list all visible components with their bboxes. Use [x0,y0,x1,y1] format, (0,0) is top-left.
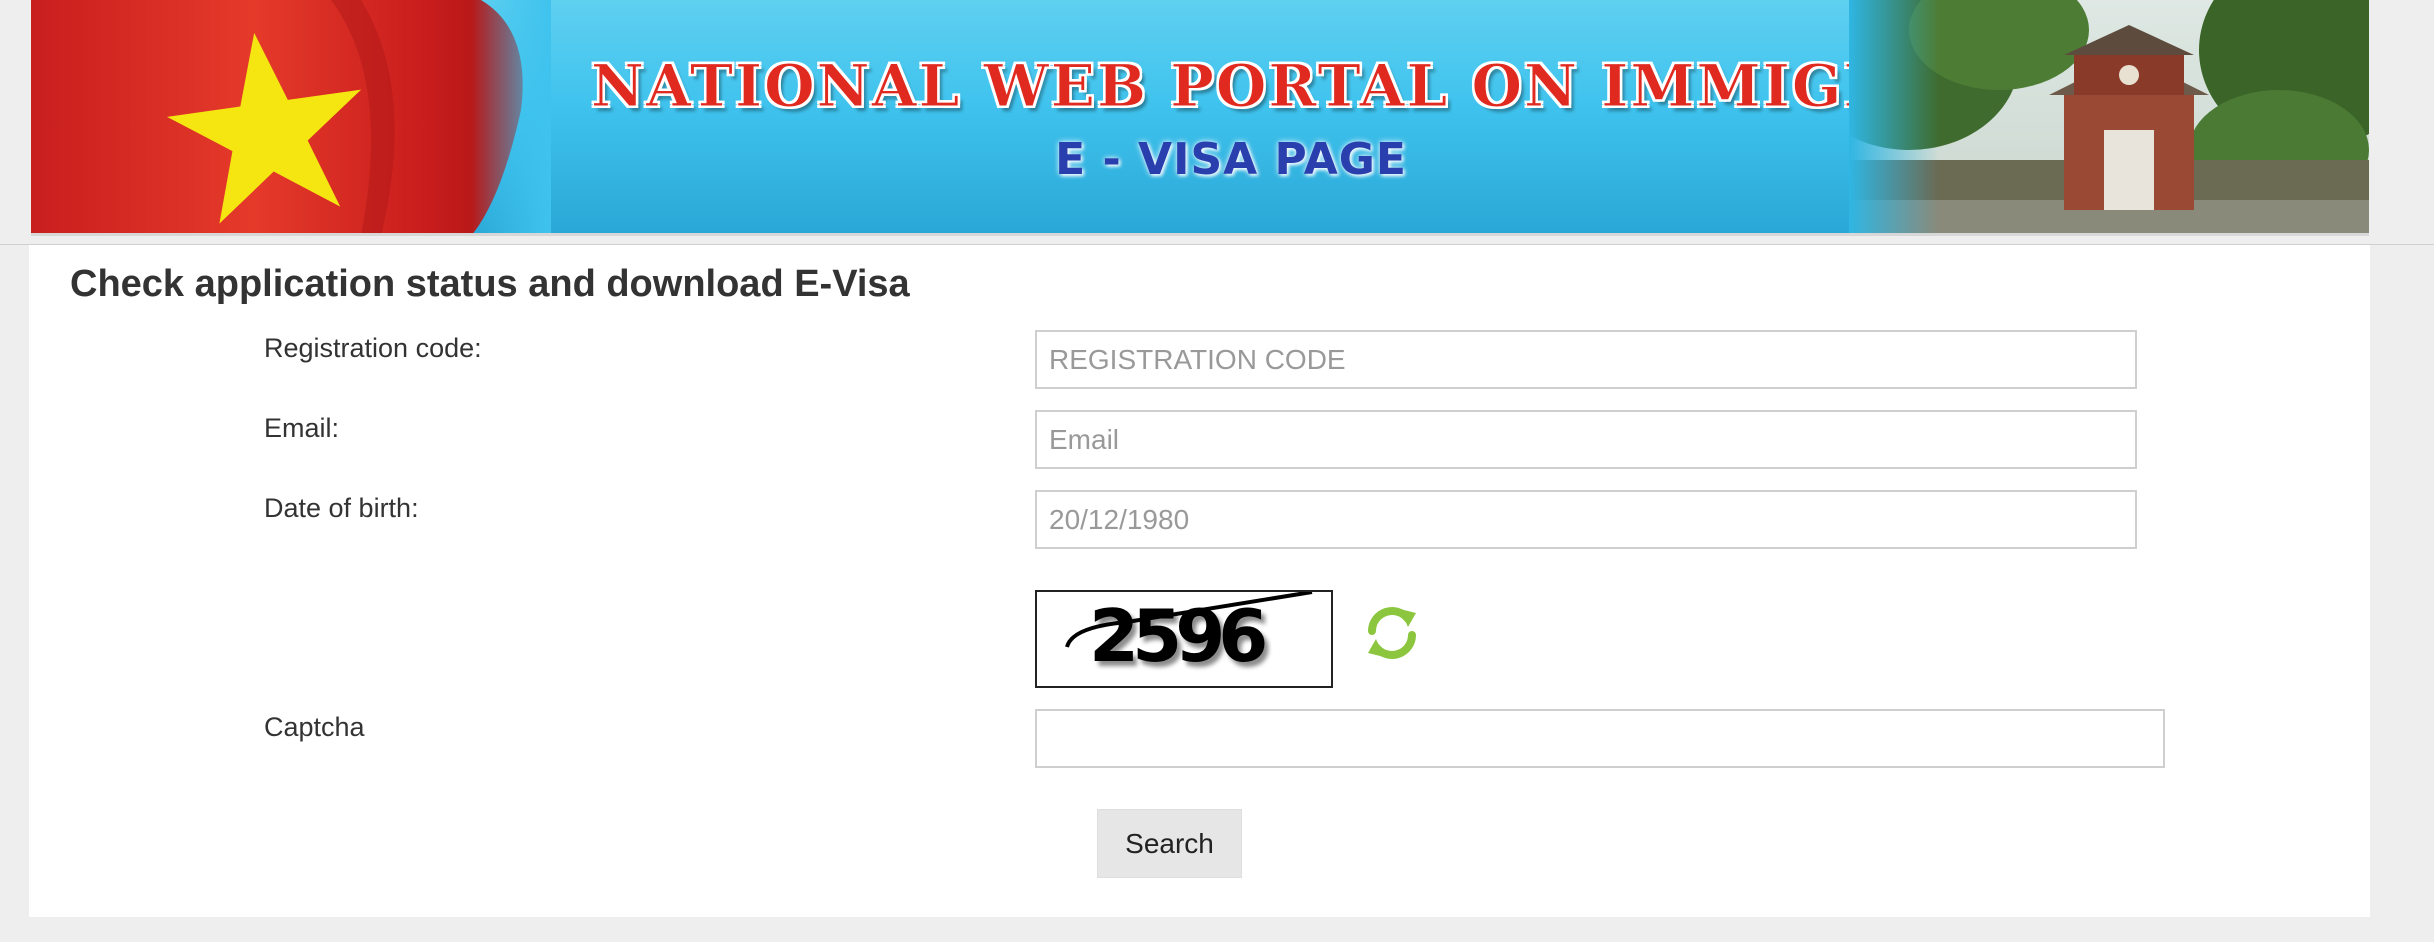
email-input[interactable] [1035,410,2137,469]
vietnam-flag-image [31,0,551,233]
page-title: Check application status and download E-… [70,263,910,305]
search-button[interactable]: Search [1097,809,1242,878]
temple-photo-image [1849,0,2369,233]
banner-title: NATIONAL WEB PORTAL ON IMMIGRATION [591,52,2120,121]
captcha-text: 2596 [1089,594,1268,678]
captcha-image: 2596 [1035,590,1333,688]
captcha-input[interactable] [1035,709,2165,768]
registration-code-label: Registration code: [264,333,482,363]
banner-subtitle: E - VISA PAGE [1055,134,1407,185]
captcha-label: Captcha [264,712,365,742]
header-banner: NATIONAL WEB PORTAL ON IMMIGRATION E - V… [31,0,2369,236]
email-label: Email: [264,413,340,443]
date-of-birth-label: Date of birth: [264,493,419,523]
registration-code-input[interactable] [1035,330,2137,389]
status-form-panel: Check application status and download E-… [29,245,2370,917]
date-of-birth-input[interactable] [1035,490,2137,549]
refresh-icon[interactable] [1360,601,1424,665]
